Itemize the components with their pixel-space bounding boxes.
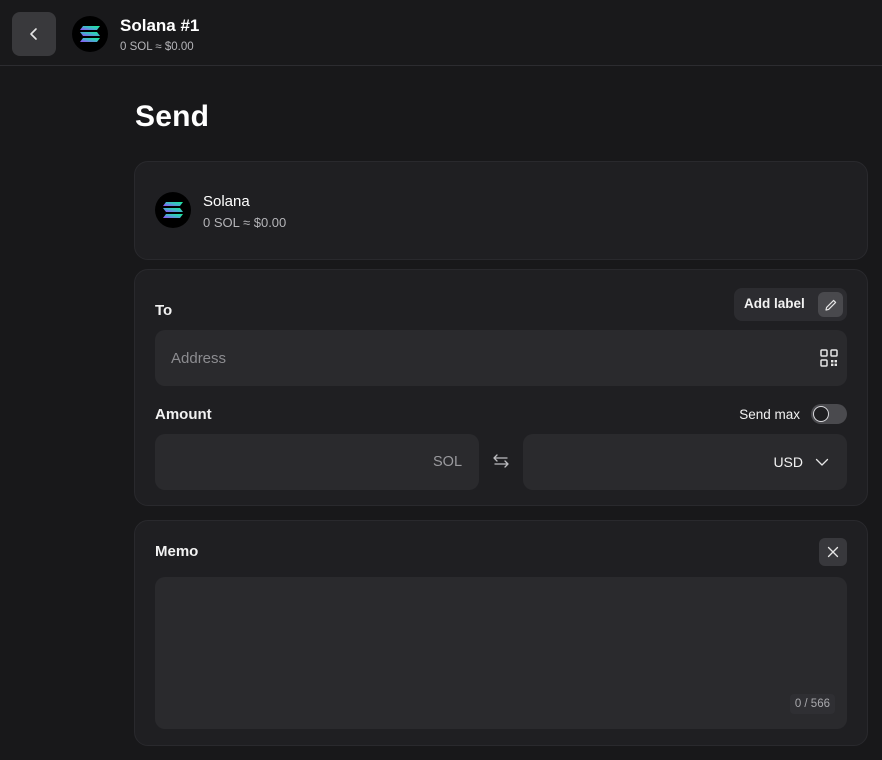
top-bar: Solana #1 0 SOL ≈ $0.00	[0, 0, 882, 66]
memo-label: Memo	[155, 543, 199, 560]
to-label: To	[155, 302, 173, 319]
memo-input[interactable]	[155, 577, 847, 729]
asset-name: Solana	[203, 193, 250, 210]
close-memo-button[interactable]	[819, 538, 847, 566]
amount-input[interactable]	[155, 434, 479, 490]
memo-char-counter: 0 / 566	[789, 694, 835, 714]
close-icon	[827, 546, 839, 558]
swap-icon[interactable]	[492, 452, 510, 470]
transfer-form: To Add label Amount Send max SOL	[134, 269, 868, 506]
currency-value: USD	[773, 454, 803, 470]
currency-select[interactable]: USD	[523, 434, 847, 490]
amount-unit: SOL	[433, 454, 463, 470]
memo-section: Memo 0 / 566	[134, 520, 868, 746]
add-label-button[interactable]: Add label	[734, 288, 847, 321]
send-max-toggle[interactable]	[811, 404, 847, 424]
wallet-title: Solana #1	[120, 16, 200, 35]
amount-label: Amount	[155, 406, 212, 423]
page-title: Send	[135, 100, 210, 133]
solana-logo-icon	[72, 16, 108, 52]
wallet-balance: 0 SOL ≈ $0.00	[120, 41, 194, 53]
back-button[interactable]	[12, 12, 56, 56]
chevron-down-icon	[815, 458, 829, 466]
asset-selector[interactable]: Solana 0 SOL ≈ $0.00	[134, 161, 868, 260]
chevron-left-icon	[30, 28, 37, 40]
address-input[interactable]	[155, 330, 847, 386]
pencil-icon	[818, 292, 843, 317]
asset-balance: 0 SOL ≈ $0.00	[203, 215, 287, 230]
send-max-label: Send max	[739, 407, 800, 422]
toggle-knob	[813, 406, 829, 422]
solana-logo-icon	[155, 192, 191, 228]
qr-code-icon[interactable]	[819, 348, 839, 368]
add-label-text: Add label	[744, 296, 805, 311]
